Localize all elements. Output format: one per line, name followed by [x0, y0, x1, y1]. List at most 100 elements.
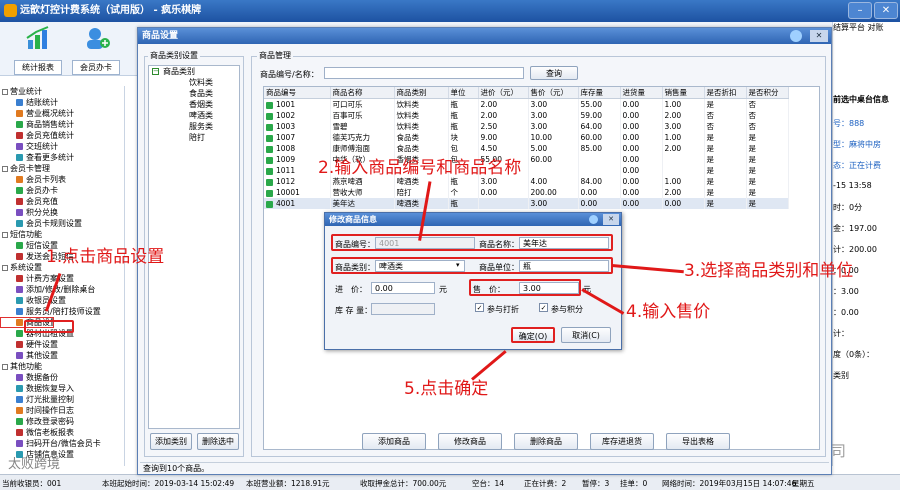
row-check-icon[interactable]	[266, 123, 273, 131]
dialog-close-icon[interactable]: ✕	[810, 30, 828, 42]
table-row[interactable]: 1001 可口可乐 饮料类 瓶 2.00 3.00 55.00 0.00 1.00 是 否	[264, 98, 789, 110]
column-header[interactable]: 商品编号	[264, 87, 331, 99]
sidebar-item[interactable]: 查看更多统计	[0, 152, 124, 163]
expand-icon[interactable]: −	[152, 68, 159, 75]
sidebar-item[interactable]: 会员卡规则设置	[0, 218, 124, 229]
sidebar-item[interactable]: 数据备份	[0, 372, 124, 383]
column-header[interactable]: 是否折扣	[704, 87, 747, 99]
cell-text: 0.00	[622, 188, 640, 197]
close-icon[interactable]: ✕	[874, 2, 898, 19]
sidebar-item[interactable]: 微信老板报表	[0, 427, 124, 438]
sidebar-item[interactable]: 会员充值统计	[0, 130, 124, 141]
delete-product-button[interactable]: 删除商品	[514, 433, 578, 450]
collapse-icon[interactable]	[2, 363, 8, 370]
minimize-icon[interactable]: –	[848, 2, 872, 19]
sidebar-group-header[interactable]: 营业统计	[0, 86, 124, 97]
sidebar-item[interactable]: 灯光批量控制	[0, 394, 124, 405]
table-row[interactable]: 10001 营收大师 陪打 个 0.00 200.00 0.00 0.00 2.00 是 是	[264, 187, 789, 198]
add-product-button[interactable]: 添加商品	[362, 433, 426, 450]
sidebar-group-header[interactable]: 短信功能	[0, 229, 124, 240]
edit-product-button[interactable]: 修改商品	[438, 433, 502, 450]
sidebar-item[interactable]: 扫码开台/微信会员卡	[0, 438, 124, 449]
export-table-button[interactable]: 导出表格	[666, 433, 730, 450]
edit-close-icon[interactable]: ✕	[603, 214, 619, 225]
sidebar-item[interactable]: 修改登录密码	[0, 416, 124, 427]
row-check-icon[interactable]	[266, 145, 273, 153]
table-cell: 3.00	[528, 110, 579, 121]
column-header[interactable]: 售价（元）	[528, 87, 579, 99]
row-check-icon[interactable]	[266, 156, 273, 164]
sidebar-item[interactable]: 服务员/陪打技师设置	[0, 306, 124, 317]
table-row[interactable]: 1003 雪碧 饮料类 瓶 2.50 3.00 64.00 0.00 3.00 否 否	[264, 121, 789, 132]
sidebar-item[interactable]: 硬件设置	[0, 339, 124, 350]
cell-text: 营收大师	[332, 188, 363, 197]
collapse-icon[interactable]	[2, 231, 8, 238]
column-header[interactable]: 进价（元）	[478, 87, 529, 99]
row-check-icon[interactable]	[266, 200, 273, 208]
delete-category-button[interactable]: 删除选中	[197, 433, 239, 450]
edit-help-icon[interactable]	[589, 215, 598, 224]
sidebar-group-header[interactable]: 其他功能	[0, 361, 124, 372]
add-category-button[interactable]: 添加类别	[150, 433, 192, 450]
category-node[interactable]: 陪打	[149, 132, 239, 143]
ok-button[interactable]: 确定(O)	[511, 327, 555, 343]
search-button[interactable]: 查询	[530, 66, 578, 80]
column-header[interactable]: 销售量	[662, 87, 705, 99]
table-row[interactable]: 4001 美年达 啤酒类 瓶 3.00 0.00 0.00 0.00 是 是	[264, 198, 789, 209]
category-node[interactable]: 食品类	[149, 88, 239, 99]
column-header[interactable]: 进货量	[620, 87, 663, 99]
row-check-icon[interactable]	[266, 101, 273, 109]
cell-text: 1.00	[664, 177, 682, 186]
sidebar-item[interactable]: 时间操作日志	[0, 405, 124, 416]
sidebar-item[interactable]: 会员卡列表	[0, 174, 124, 185]
collapse-icon[interactable]	[2, 165, 8, 172]
sidebar-item[interactable]: 积分兑换	[0, 207, 124, 218]
table-cell: 1.00	[662, 132, 705, 143]
table-row[interactable]: 1007 德芙巧克力 食品类 块 9.00 10.00 60.00 0.00 1.00 是 是	[264, 132, 789, 143]
panel-peek-text: 结算平台 对账	[833, 23, 884, 32]
cell-text: 55.00	[580, 100, 602, 109]
column-header[interactable]: 商品类别	[394, 87, 449, 99]
sidebar-item[interactable]: 商品销售统计	[0, 119, 124, 130]
column-header[interactable]: 单位	[448, 87, 479, 99]
collapse-icon[interactable]	[2, 264, 8, 271]
member-card-button[interactable]: 会员办卡	[72, 24, 120, 76]
sidebar-item[interactable]: 添加/修改/删除桌台	[0, 284, 124, 295]
category-node[interactable]: 香烟类	[149, 99, 239, 110]
sidebar-group-header[interactable]: 会员卡管理	[0, 163, 124, 174]
column-header[interactable]: 商品名称	[330, 87, 395, 99]
category-node[interactable]: 饮料类	[149, 77, 239, 88]
sidebar-item[interactable]: 营业概况统计	[0, 108, 124, 119]
sidebar-item[interactable]: 计费方案设置	[0, 273, 124, 284]
sidebar-item[interactable]: 会员充值	[0, 196, 124, 207]
table-row[interactable]: 1002 百事可乐 饮料类 瓶 2.00 3.00 59.00 0.00 2.00 否 否	[264, 110, 789, 121]
sidebar-item[interactable]: 交班统计	[0, 141, 124, 152]
table-cell: 美年达	[330, 198, 395, 209]
tree-root[interactable]: − 商品类别	[149, 66, 239, 77]
cell-text: 2.00	[664, 144, 682, 153]
discount-checkbox[interactable]: ✓	[475, 303, 484, 312]
category-node[interactable]: 服务类	[149, 121, 239, 132]
sidebar-item[interactable]: 结账统计	[0, 97, 124, 108]
collapse-icon[interactable]	[2, 88, 8, 95]
row-check-icon[interactable]	[266, 134, 273, 142]
row-check-icon[interactable]	[266, 178, 273, 186]
table-row[interactable]: 1008 康师傅泡面 食品类 包 4.50 5.00 85.00 0.00 2.00 是 是	[264, 143, 789, 154]
sidebar-item[interactable]: 其他设置	[0, 350, 124, 361]
search-input[interactable]	[324, 67, 524, 79]
row-check-icon[interactable]	[266, 112, 273, 120]
column-header[interactable]: 库存量	[578, 87, 621, 99]
category-node[interactable]: 啤酒类	[149, 110, 239, 121]
sidebar-item[interactable]: 数据恢复导入	[0, 383, 124, 394]
cancel-button[interactable]: 取消(C)	[561, 327, 611, 343]
row-check-icon[interactable]	[266, 189, 273, 197]
sidebar-item[interactable]: 会员办卡	[0, 185, 124, 196]
stats-report-button[interactable]: 统计报表	[14, 24, 62, 76]
cost-field[interactable]: 0.00	[371, 282, 435, 294]
row-check-icon[interactable]	[266, 167, 273, 175]
points-checkbox[interactable]: ✓	[539, 303, 548, 312]
stock-in-out-button[interactable]: 库存进退货	[590, 433, 654, 450]
column-header[interactable]: 是否积分	[746, 87, 789, 99]
help-icon[interactable]	[790, 30, 802, 42]
sidebar-item[interactable]: 收银员设置	[0, 295, 124, 306]
